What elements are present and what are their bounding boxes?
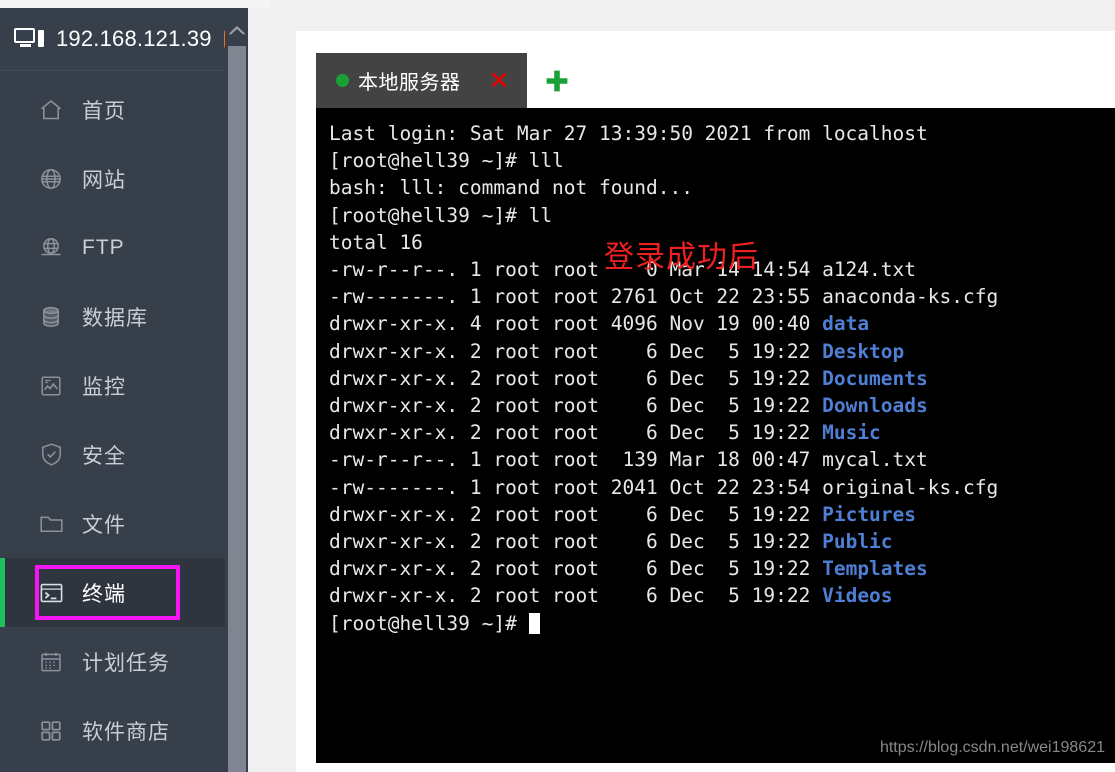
main-content: 本地服务器 ✕ Last login: Sat Mar 27 13:39:50 … <box>271 0 1115 772</box>
ftp-globe-icon <box>38 235 64 261</box>
host-address: 192.168.121.39 <box>56 26 212 51</box>
monitor-chart-icon <box>38 373 64 399</box>
sidebar-item-website[interactable]: 网站 <box>0 144 248 213</box>
sidebar-item-label: 计划任务 <box>82 651 170 675</box>
calendar-icon <box>38 649 64 675</box>
sidebar-item-monitor[interactable]: 监控 <box>0 351 248 420</box>
sidebar-item-label: 首页 <box>82 99 126 123</box>
add-tab-button[interactable] <box>527 53 587 108</box>
annotation-text: 登录成功后 <box>604 241 759 274</box>
sidebar-item-security[interactable]: 安全 <box>0 420 248 489</box>
sidebar-item-files[interactable]: 文件 <box>0 489 248 558</box>
sidebar-item-label: 网站 <box>82 168 126 192</box>
plus-icon <box>544 68 570 94</box>
sidebar-item-terminal[interactable]: 终端 <box>0 558 248 627</box>
sidebar-nav: 首页 网站 FTP 数据库 监控 安全 文件 终端 计划任务 软件商店 <box>0 71 248 765</box>
sidebar: 192.168.121.39 0 首页 网站 <box>0 8 248 772</box>
terminal-text: Last login: Sat Mar 27 13:39:50 2021 fro… <box>329 122 999 635</box>
watermark: https://blog.csdn.net/wei198621 <box>879 739 1105 756</box>
database-icon <box>38 304 64 330</box>
sidebar-scrollbar[interactable] <box>225 16 248 772</box>
tab-status-dot-icon <box>336 74 349 87</box>
desktop-computer-icon <box>14 27 44 51</box>
sidebar-item-cron[interactable]: 计划任务 <box>0 627 248 696</box>
globe-icon <box>38 166 64 192</box>
chevron-up-icon[interactable] <box>225 16 248 46</box>
sidebar-item-label: 安全 <box>82 444 126 468</box>
folder-icon <box>38 511 64 537</box>
terminal-output-area[interactable]: Last login: Sat Mar 27 13:39:50 2021 fro… <box>316 108 1115 763</box>
grid-apps-icon <box>38 718 64 744</box>
tab-title: 本地服务器 <box>358 72 461 94</box>
sidebar-item-ftp[interactable]: FTP <box>0 213 248 282</box>
sidebar-host-header[interactable]: 192.168.121.39 0 <box>0 8 248 71</box>
sidebar-item-label: 数据库 <box>82 306 148 330</box>
sidebar-item-label: 监控 <box>82 375 126 399</box>
terminal-tabbar: 本地服务器 ✕ <box>316 53 1115 108</box>
sidebar-item-appstore[interactable]: 软件商店 <box>0 696 248 765</box>
sidebar-item-label: 软件商店 <box>82 720 170 744</box>
terminal-panel: 本地服务器 ✕ Last login: Sat Mar 27 13:39:50 … <box>296 31 1115 772</box>
sidebar-item-database[interactable]: 数据库 <box>0 282 248 351</box>
terminal-tab-local-server[interactable]: 本地服务器 ✕ <box>316 53 528 108</box>
sidebar-item-home[interactable]: 首页 <box>0 75 248 144</box>
scrollbar-thumb[interactable] <box>228 46 246 772</box>
close-icon[interactable]: ✕ <box>489 68 510 93</box>
sidebar-item-label: 终端 <box>82 582 126 606</box>
shield-check-icon <box>38 442 64 468</box>
sidebar-item-label: 文件 <box>82 513 126 537</box>
home-icon <box>38 97 64 123</box>
sidebar-item-label: FTP <box>82 235 125 259</box>
terminal-icon <box>38 580 64 606</box>
